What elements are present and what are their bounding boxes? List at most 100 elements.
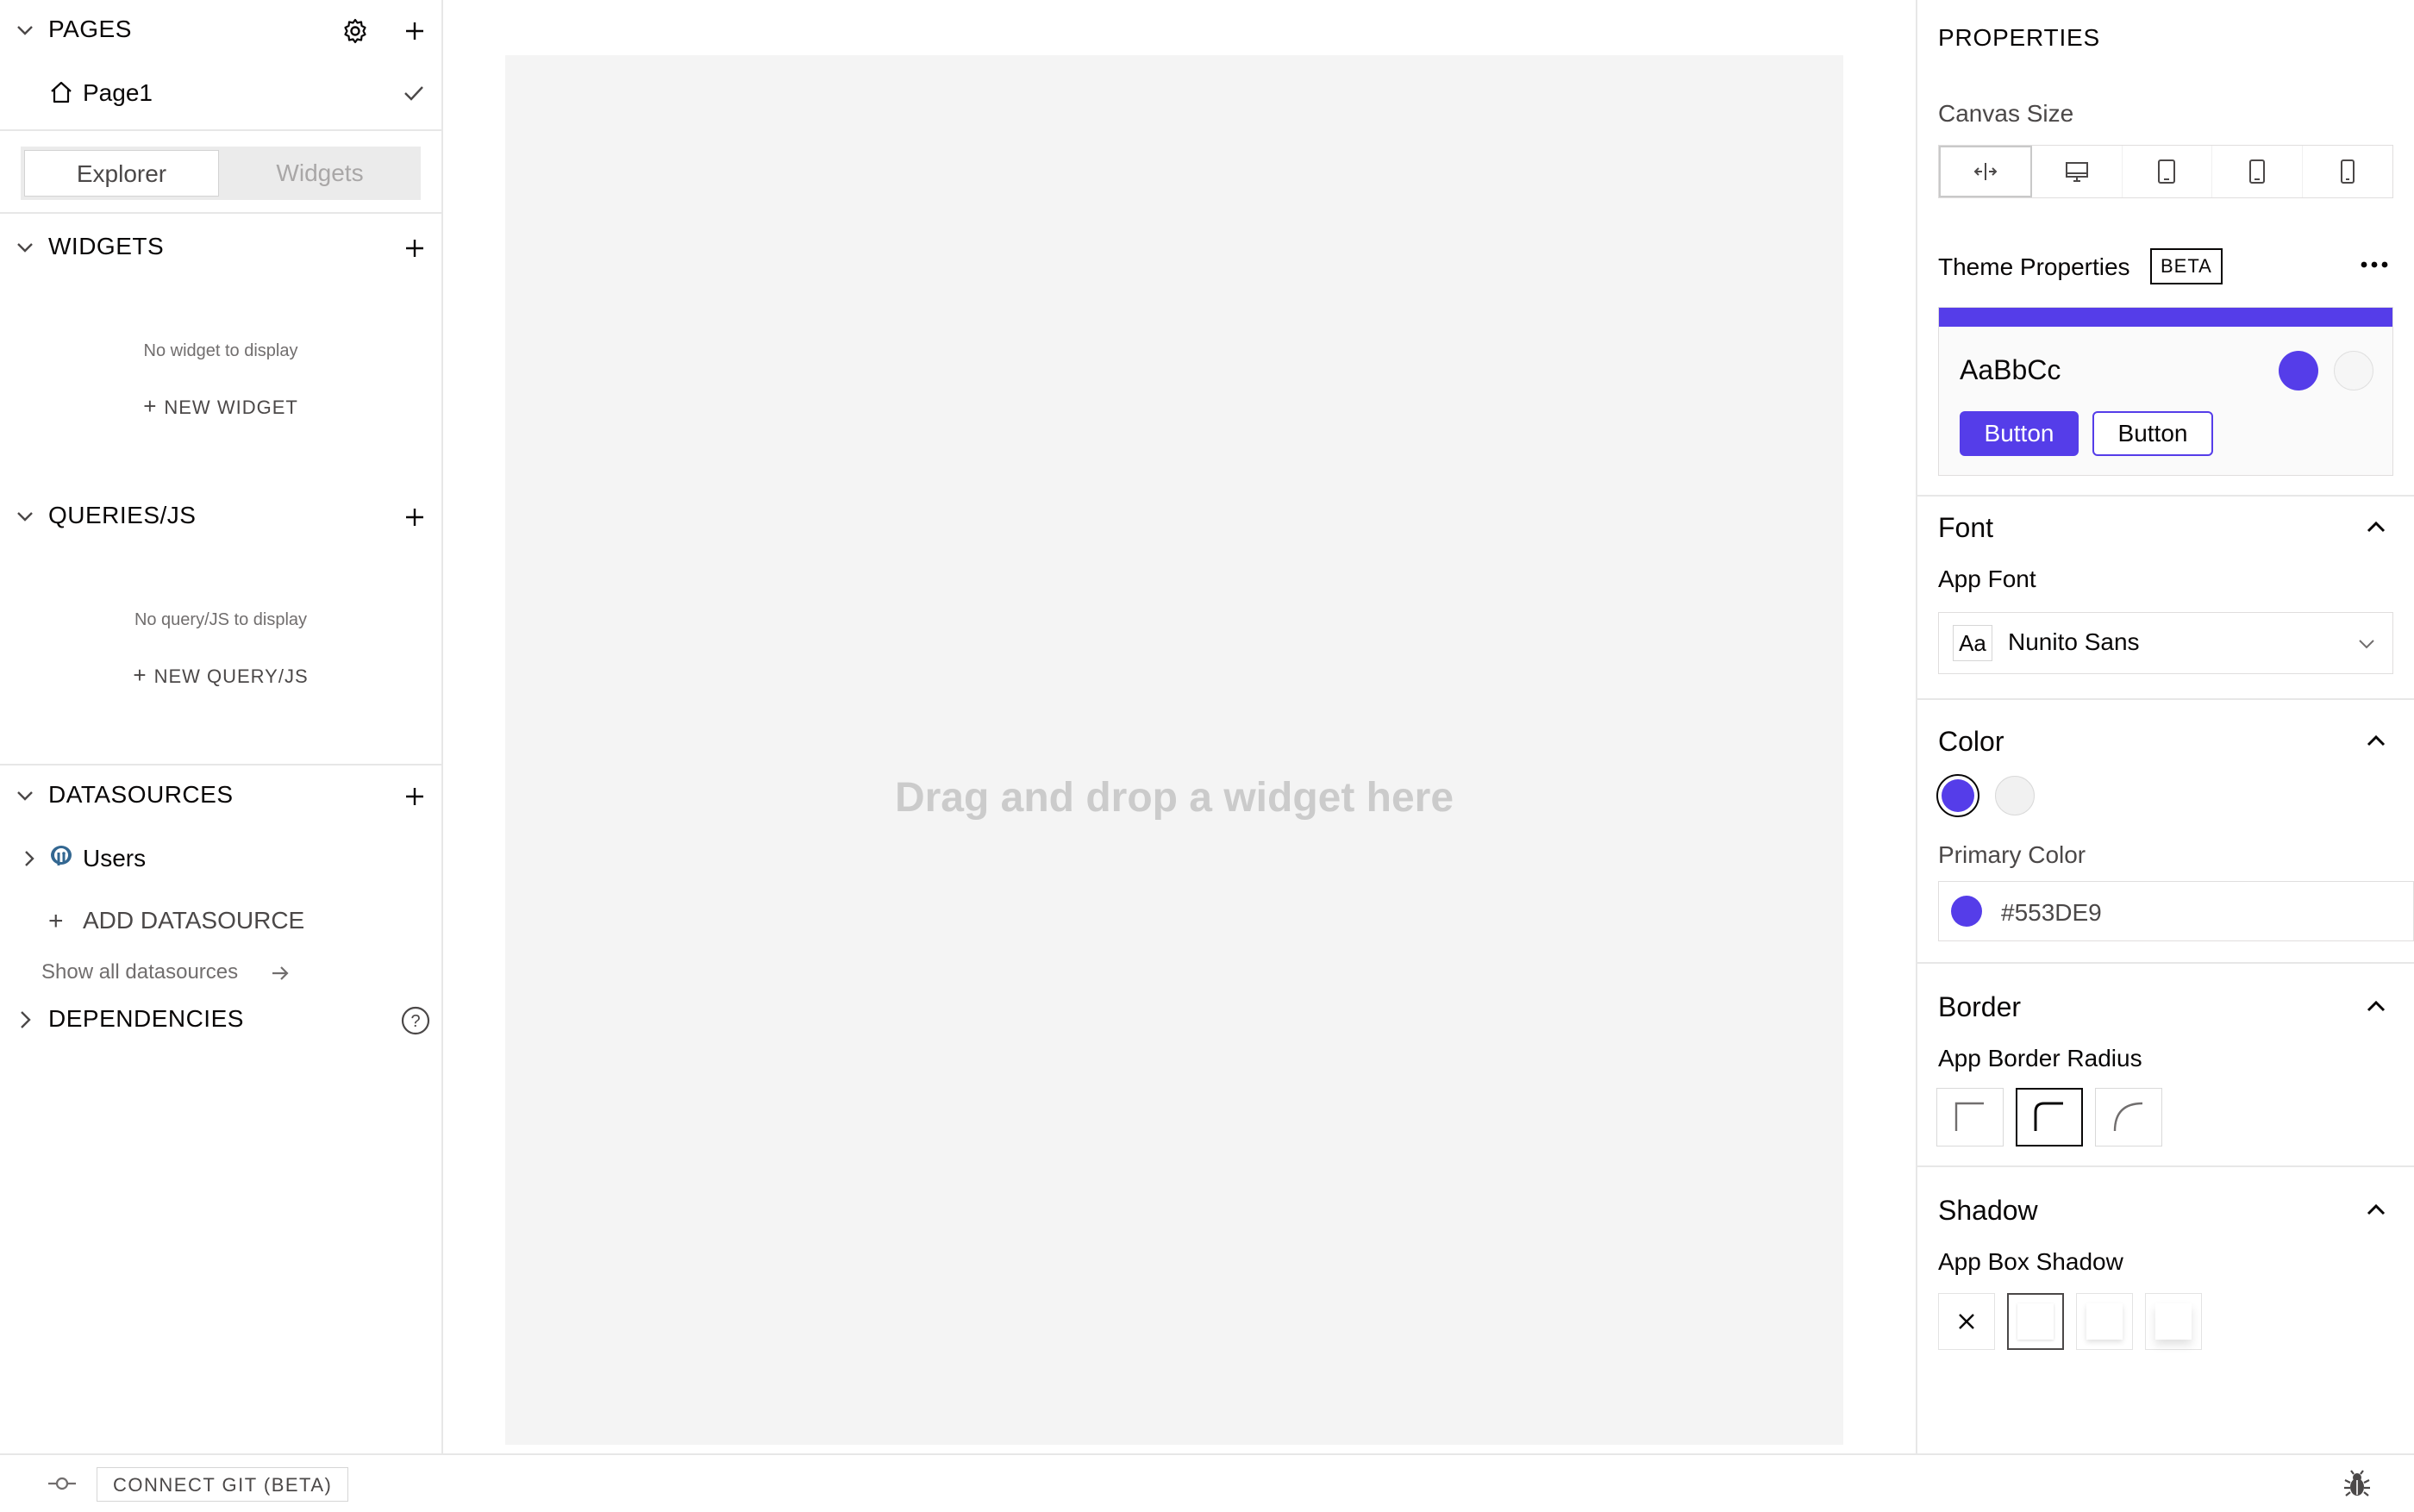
- show-all-label: Show all datasources: [41, 960, 239, 984]
- explorer-widgets-toggle: Explorer Widgets: [21, 147, 421, 200]
- shadow-none[interactable]: [1938, 1293, 1995, 1350]
- queries-title: QUERIES/JS: [48, 502, 197, 528]
- desktop-icon: [2064, 159, 2090, 184]
- add-page-icon[interactable]: [402, 18, 428, 44]
- theme-secondary-button: Button: [2092, 411, 2213, 456]
- shadow-small[interactable]: [2007, 1293, 2064, 1350]
- connect-git-button[interactable]: CONNECT GIT (BETA): [97, 1467, 349, 1502]
- new-query-label: NEW QUERY/JS: [153, 665, 309, 687]
- check-icon: [402, 81, 426, 105]
- show-all-datasources-link[interactable]: Show all datasources: [41, 959, 317, 988]
- theme-preview-text: AaBbCc: [1960, 354, 2061, 385]
- chevron-up-icon[interactable]: [2362, 514, 2390, 541]
- divider: [1917, 495, 2414, 497]
- shadow-medium-preview: [2086, 1303, 2123, 1340]
- font-section-title: Font: [1938, 512, 1994, 543]
- canvas-size-desktop[interactable]: [2032, 146, 2123, 197]
- dependencies-header[interactable]: DEPENDENCIES ?: [0, 993, 441, 1048]
- add-query-icon[interactable]: [402, 504, 428, 530]
- border-radius-medium[interactable]: [2016, 1088, 2083, 1146]
- postgres-icon: [47, 843, 76, 872]
- new-widget-button[interactable]: + NEW WIDGET: [0, 393, 441, 420]
- canvas-area: Drag and drop a widget here: [443, 0, 1916, 1453]
- canvas-drop-hint: Drag and drop a widget here: [894, 775, 1454, 821]
- datasource-label: Users: [83, 845, 147, 872]
- svg-text:?: ?: [410, 1012, 420, 1031]
- plus-icon: +: [48, 907, 64, 935]
- more-options-icon[interactable]: [2357, 252, 2392, 278]
- dependencies-title: DEPENDENCIES: [48, 1005, 244, 1032]
- help-icon[interactable]: ?: [400, 1005, 431, 1036]
- home-icon: [48, 79, 74, 105]
- app-canvas[interactable]: Drag and drop a widget here: [505, 55, 1843, 1445]
- chevron-down-icon[interactable]: [14, 784, 36, 807]
- properties-title: PROPERTIES: [1938, 24, 2100, 51]
- tab-explorer[interactable]: Explorer: [24, 150, 219, 197]
- bottom-bar: CONNECT GIT (BETA): [0, 1453, 2414, 1512]
- theme-primary-button: Button: [1960, 411, 2079, 456]
- beta-badge: BETA: [2150, 248, 2223, 284]
- chevron-down-icon: [2356, 634, 2377, 654]
- plus-icon: +: [143, 393, 158, 419]
- theme-preview-card[interactable]: AaBbCc Button Button: [1938, 307, 2393, 476]
- shadow-medium[interactable]: [2076, 1293, 2133, 1350]
- chevron-down-icon[interactable]: [14, 505, 36, 528]
- add-datasource-label: ADD DATASOURCE: [83, 907, 305, 934]
- git-commit-icon: [47, 1472, 78, 1495]
- primary-color-swatch[interactable]: [1936, 774, 1979, 817]
- tab-widgets[interactable]: Widgets: [222, 150, 417, 197]
- pages-header[interactable]: PAGES: [0, 3, 441, 59]
- color-section-title: Color: [1938, 726, 2004, 757]
- radius-none-icon: [1953, 1100, 1987, 1134]
- chevron-right-icon[interactable]: [19, 848, 40, 869]
- mobile-icon: [2339, 159, 2356, 184]
- explorer-sidebar: PAGES Page1 Explorer Widgets WIDGETS No …: [0, 0, 443, 1453]
- border-radius-none[interactable]: [1936, 1088, 2004, 1146]
- widgets-header[interactable]: WIDGETS: [0, 221, 441, 276]
- tablet-icon: [2248, 159, 2267, 184]
- datasources-header[interactable]: DATASOURCES: [0, 769, 441, 824]
- shadow-small-preview: [2017, 1303, 2054, 1340]
- border-radius-large[interactable]: [2095, 1088, 2162, 1146]
- chevron-up-icon[interactable]: [2362, 1196, 2390, 1224]
- app-font-label: App Font: [1938, 565, 2036, 592]
- chevron-up-icon[interactable]: [2362, 728, 2390, 755]
- canvas-size-tablet[interactable]: [2212, 146, 2304, 197]
- new-query-button[interactable]: + NEW QUERY/JS: [0, 662, 441, 689]
- queries-empty-message: No query/JS to display: [134, 610, 308, 629]
- properties-panel: PROPERTIES Canvas Size Theme Properties …: [1916, 0, 2414, 1453]
- shadow-large[interactable]: [2145, 1293, 2202, 1350]
- shadow-large-preview: [2155, 1303, 2192, 1340]
- chevron-down-icon[interactable]: [14, 19, 36, 41]
- datasource-item[interactable]: Users: [0, 831, 441, 886]
- chevron-right-icon[interactable]: [14, 1009, 36, 1031]
- divider: [0, 764, 441, 765]
- arrow-right-icon: [269, 962, 291, 984]
- page-label: Page1: [83, 79, 153, 106]
- canvas-size-tablet-large[interactable]: [2123, 146, 2213, 197]
- page-item[interactable]: Page1: [0, 66, 441, 121]
- primary-color-value: #553DE9: [2001, 899, 2102, 926]
- app-font-value: Nunito Sans: [2008, 628, 2140, 655]
- canvas-size-fluid[interactable]: [1939, 146, 2032, 197]
- app-box-shadow-label: App Box Shadow: [1938, 1248, 2123, 1275]
- chevron-down-icon[interactable]: [14, 236, 36, 259]
- primary-color-label: Primary Color: [1938, 841, 2086, 868]
- queries-header[interactable]: QUERIES/JS: [0, 490, 441, 545]
- fluid-width-icon: [1973, 160, 1998, 183]
- pages-title: PAGES: [48, 16, 132, 42]
- add-datasource-icon[interactable]: [402, 784, 428, 809]
- radius-large-icon: [2111, 1100, 2146, 1134]
- chevron-up-icon[interactable]: [2362, 993, 2390, 1021]
- primary-color-input[interactable]: #553DE9: [1938, 881, 2414, 941]
- divider: [1917, 1165, 2414, 1167]
- divider: [0, 212, 441, 214]
- bug-icon[interactable]: [2342, 1469, 2373, 1500]
- divider: [0, 129, 441, 131]
- add-widget-icon[interactable]: [402, 235, 428, 261]
- background-color-swatch[interactable]: [1995, 776, 2035, 815]
- app-font-dropdown[interactable]: Aa Nunito Sans: [1938, 612, 2393, 674]
- canvas-size-mobile[interactable]: [2303, 146, 2392, 197]
- canvas-size-selector: [1938, 145, 2393, 198]
- gear-icon[interactable]: [341, 17, 369, 45]
